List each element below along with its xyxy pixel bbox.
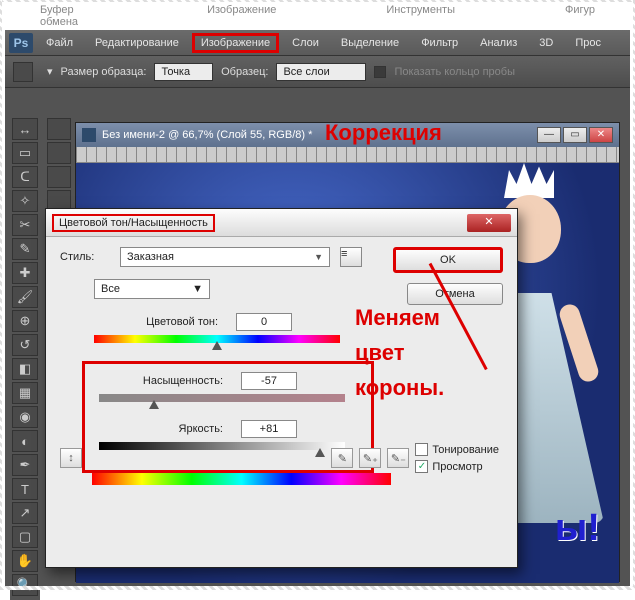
gradient-tool-icon[interactable]: ▦ <box>12 382 38 404</box>
eyedropper-tool-icon[interactable] <box>13 62 33 82</box>
hand-tool-icon[interactable]: ✋ <box>12 550 38 572</box>
maximize-button[interactable]: ▭ <box>563 127 587 143</box>
slider-thumb[interactable] <box>212 341 222 350</box>
show-ring-checkbox[interactable] <box>374 66 386 78</box>
path-tool-icon[interactable]: ↗ <box>12 502 38 524</box>
screenshot-source-labels: Буфер обмена Изображение Инструменты Фиг… <box>0 0 635 30</box>
sample-size-select[interactable]: Точка <box>154 63 213 81</box>
preview-label: Просмотр <box>432 461 482 473</box>
preset-menu-button[interactable]: ≡ <box>340 247 362 267</box>
document-icon <box>82 128 96 142</box>
crown-graphic <box>504 163 554 198</box>
lightness-input[interactable]: +81 <box>241 420 297 438</box>
shape-tool-icon[interactable]: ▢ <box>12 526 38 548</box>
label: Фигур <box>565 4 595 28</box>
color-spectrum-bar <box>92 473 391 485</box>
hue-label: Цветовой тон: <box>86 316 226 328</box>
pen-tool-icon[interactable]: ✒ <box>12 454 38 476</box>
saturation-label: Насыщенность: <box>91 375 231 387</box>
close-button[interactable]: ✕ <box>589 127 613 143</box>
document-titlebar: Без имени-2 @ 66,7% (Слой 55, RGB/8) * —… <box>76 123 619 147</box>
dodge-tool-icon[interactable]: ◐ <box>12 430 38 452</box>
channel-select[interactable]: Все▼ <box>94 279 210 299</box>
aux-tool-icon[interactable] <box>47 118 71 140</box>
main-menubar: Ps Файл Редактирование Изображение Слои … <box>5 30 630 56</box>
dialog-titlebar[interactable]: Цветовой тон/Насыщенность ✕ <box>46 209 517 237</box>
history-brush-icon[interactable]: ↺ <box>12 334 38 356</box>
menu-image[interactable]: Изображение <box>192 33 279 53</box>
options-bar: ▾ Размер образца: Точка Образец: Все сло… <box>5 56 630 88</box>
menu-file[interactable]: Файл <box>37 33 82 53</box>
ruler-horizontal <box>76 147 619 163</box>
hue-slider[interactable] <box>94 335 340 345</box>
move-tool-icon[interactable]: ↔ <box>12 118 38 140</box>
menu-view[interactable]: Прос <box>566 33 610 53</box>
chevron-down-icon: ▼ <box>314 252 323 262</box>
eyedropper-sub-icon[interactable]: ✎₋ <box>387 448 409 468</box>
saturation-slider[interactable] <box>99 394 345 404</box>
blur-tool-icon[interactable]: ◉ <box>12 406 38 428</box>
heal-tool-icon[interactable]: ✚ <box>12 262 38 284</box>
hue-input[interactable]: 0 <box>236 313 292 331</box>
ok-button[interactable]: OK <box>393 247 503 273</box>
cancel-button[interactable]: Отмена <box>407 283 503 305</box>
eyedropper-icon[interactable]: ✎ <box>331 448 353 468</box>
menu-3d[interactable]: 3D <box>530 33 562 53</box>
dialog-footer: ↕ ✎ ✎₊ ✎₋ Тонирование ✓ Просмотр <box>60 443 503 473</box>
label: Инструменты <box>386 4 455 28</box>
hue-saturation-dialog: Цветовой тон/Насыщенность ✕ OK Отмена Ст… <box>45 208 518 568</box>
slider-thumb[interactable] <box>149 400 159 409</box>
type-tool-icon[interactable]: T <box>12 478 38 500</box>
menu-edit[interactable]: Редактирование <box>86 33 188 53</box>
stamp-tool-icon[interactable]: ⊕ <box>12 310 38 332</box>
aux-tool-icon[interactable] <box>47 142 71 164</box>
menu-analysis[interactable]: Анализ <box>471 33 526 53</box>
preview-checkbox[interactable]: ✓ <box>415 460 428 473</box>
photoshop-window: Ps Файл Редактирование Изображение Слои … <box>5 30 630 590</box>
menu-filter[interactable]: Фильтр <box>412 33 467 53</box>
ps-logo-icon: Ps <box>9 33 33 53</box>
colorize-checkbox[interactable] <box>415 443 428 456</box>
style-label: Стиль: <box>60 251 110 263</box>
sample-source-select[interactable]: Все слои <box>276 63 366 81</box>
chevron-down-icon: ▼ <box>192 283 203 295</box>
document-title: Без имени-2 @ 66,7% (Слой 55, RGB/8) * <box>102 129 312 141</box>
lightness-label: Яркость: <box>91 423 231 435</box>
eyedropper-tool-icon[interactable]: ✎ <box>12 238 38 260</box>
eyedropper-add-icon[interactable]: ✎₊ <box>359 448 381 468</box>
marquee-tool-icon[interactable]: ▭ <box>12 142 38 164</box>
aux-toolbox <box>45 116 73 214</box>
toolbox: ↔ ▭ ᑕ ✧ ✂ ✎ ✚ 🖌 ⊕ ↺ ◧ ▦ ◉ ◐ ✒ T ↗ ▢ ✋ 🔍 <box>10 116 40 600</box>
crop-tool-icon[interactable]: ✂ <box>12 214 38 236</box>
eraser-tool-icon[interactable]: ◧ <box>12 358 38 380</box>
zoom-tool-icon[interactable]: 🔍 <box>12 574 38 596</box>
brush-tool-icon[interactable]: 🖌 <box>12 286 38 308</box>
dialog-close-button[interactable]: ✕ <box>467 214 511 232</box>
scrubby-tool-icon[interactable]: ↕ <box>60 448 82 468</box>
lasso-tool-icon[interactable]: ᑕ <box>12 166 38 188</box>
label: Буфер обмена <box>40 4 97 28</box>
show-ring-label: Показать кольцо пробы <box>394 66 515 78</box>
aux-tool-icon[interactable] <box>47 166 71 188</box>
dialog-title: Цветовой тон/Насыщенность <box>52 214 215 232</box>
menu-layers[interactable]: Слои <box>283 33 328 53</box>
colorize-label: Тонирование <box>432 444 499 456</box>
menu-select[interactable]: Выделение <box>332 33 408 53</box>
label: Изображение <box>207 4 276 28</box>
sample-size-label: Размер образца: <box>61 66 147 78</box>
style-select[interactable]: Заказная▼ <box>120 247 330 267</box>
sample-source-label: Образец: <box>221 66 268 78</box>
saturation-input[interactable]: -57 <box>241 372 297 390</box>
wand-tool-icon[interactable]: ✧ <box>12 190 38 212</box>
minimize-button[interactable]: — <box>537 127 561 143</box>
